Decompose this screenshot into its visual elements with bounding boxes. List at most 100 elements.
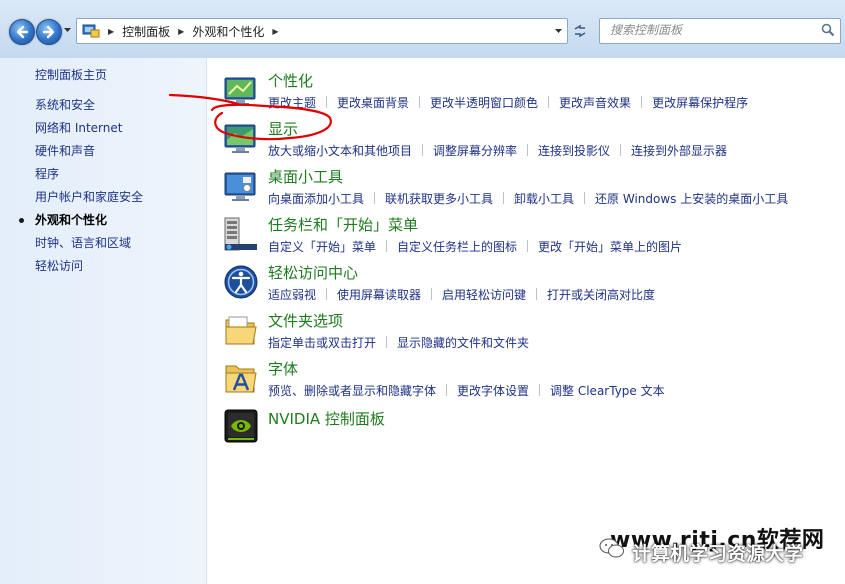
- breadcrumb-separator-icon[interactable]: ▶: [178, 27, 184, 36]
- link-separator: [419, 96, 421, 108]
- link-zoom-text[interactable]: 放大或缩小文本和其他项目: [268, 142, 412, 159]
- link-change-screensaver[interactable]: 更改屏幕保护程序: [652, 94, 748, 111]
- category-title[interactable]: 轻松访问中心: [268, 262, 358, 283]
- category-links: 指定单击或双击打开 显示隐藏的文件和文件夹: [268, 334, 529, 351]
- back-button[interactable]: [9, 19, 35, 45]
- watermark-subtext: 计算机学习资源大学: [632, 543, 804, 565]
- sidebar-home-link[interactable]: 控制面板主页: [35, 66, 107, 83]
- address-toolbar: ▶ 控制面板 ▶ 外观和个性化 ▶: [0, 0, 845, 59]
- link-separator: [641, 96, 643, 108]
- breadcrumb-control-panel[interactable]: 控制面板: [122, 23, 170, 40]
- category-title[interactable]: 显示: [268, 118, 298, 139]
- link-customize-start-menu[interactable]: 自定义「开始」菜单: [268, 238, 376, 255]
- category-links: 适应弱视 使用屏幕读取器 启用轻松访问键 打开或关闭高对比度: [268, 286, 655, 303]
- link-single-double-click[interactable]: 指定单击或双击打开: [268, 334, 376, 351]
- link-adjust-cleartype[interactable]: 调整 ClearType 文本: [550, 382, 665, 399]
- category-title[interactable]: 字体: [268, 358, 298, 379]
- refresh-icon: [574, 24, 586, 38]
- sidebar-item-ease-of-access[interactable]: 轻松访问: [35, 259, 143, 282]
- back-arrow-icon: [16, 25, 29, 39]
- sidebar-item-programs[interactable]: 程序: [35, 167, 143, 190]
- link-separator: [386, 240, 388, 252]
- link-separator: [446, 384, 448, 396]
- control-panel-icon: [82, 24, 100, 38]
- ease-of-access-icon[interactable]: [223, 264, 259, 300]
- category-personalization: 个性化 更改主题 更改桌面背景 更改半透明窗口颜色 更改声音效果 更改屏幕保护程…: [223, 72, 843, 120]
- link-separator: [539, 384, 541, 396]
- link-separator: [527, 144, 529, 156]
- category-folder-options: 文件夹选项 指定单击或双击打开 显示隐藏的文件和文件夹: [223, 312, 843, 360]
- breadcrumb-appearance[interactable]: 外观和个性化: [192, 23, 264, 40]
- sidebar-list: 系统和安全 网络和 Internet 硬件和声音 程序 用户帐户和家庭安全 外观…: [18, 98, 143, 282]
- sidebar-item-network-internet[interactable]: 网络和 Internet: [35, 121, 143, 144]
- address-dropdown-icon[interactable]: [554, 28, 563, 34]
- category-links: 放大或缩小文本和其他项目 调整屏幕分辨率 连接到投影仪 连接到外部显示器: [268, 142, 727, 159]
- link-separator: [536, 288, 538, 300]
- link-connect-projector[interactable]: 连接到投影仪: [538, 142, 610, 159]
- link-separator: [620, 144, 622, 156]
- link-adjust-resolution[interactable]: 调整屏幕分辨率: [433, 142, 517, 159]
- link-separator: [386, 336, 388, 348]
- link-change-sound-effects[interactable]: 更改声音效果: [559, 94, 631, 111]
- link-add-gadgets[interactable]: 向桌面添加小工具: [268, 190, 364, 207]
- search-icon[interactable]: [821, 23, 835, 37]
- link-change-theme[interactable]: 更改主题: [268, 94, 316, 111]
- category-desktop-gadgets: 桌面小工具 向桌面添加小工具 联机获取更多小工具 卸载小工具 还原 Window…: [223, 168, 843, 216]
- link-separator: [326, 288, 328, 300]
- taskbar-icon[interactable]: [223, 216, 259, 252]
- main-content: 个性化 更改主题 更改桌面背景 更改半透明窗口颜色 更改声音效果 更改屏幕保护程…: [207, 58, 845, 584]
- category-fonts: 字体 预览、删除或者显示和隐藏字体 更改字体设置 调整 ClearType 文本: [223, 360, 843, 408]
- display-icon[interactable]: [223, 120, 259, 156]
- link-separator: [584, 192, 586, 204]
- link-separator: [374, 192, 376, 204]
- category-title[interactable]: NVIDIA 控制面板: [268, 408, 385, 429]
- link-change-font-settings[interactable]: 更改字体设置: [457, 382, 529, 399]
- sidebar-item-user-accounts[interactable]: 用户帐户和家庭安全: [35, 190, 143, 213]
- link-restore-gadgets[interactable]: 还原 Windows 上安装的桌面小工具: [595, 190, 788, 207]
- refresh-button[interactable]: [569, 18, 591, 44]
- link-customize-taskbar-icons[interactable]: 自定义任务栏上的图标: [397, 238, 517, 255]
- sidebar-item-system-security[interactable]: 系统和安全: [35, 98, 143, 121]
- sidebar-item-appearance[interactable]: 外观和个性化: [18, 213, 143, 236]
- link-preview-delete-fonts[interactable]: 预览、删除或者显示和隐藏字体: [268, 382, 436, 399]
- breadcrumb-separator-icon[interactable]: ▶: [108, 27, 114, 36]
- category-links: 更改主题 更改桌面背景 更改半透明窗口颜色 更改声音效果 更改屏幕保护程序: [268, 94, 748, 111]
- search-input[interactable]: [610, 19, 810, 41]
- category-title[interactable]: 任务栏和「开始」菜单: [268, 214, 418, 235]
- fonts-icon[interactable]: [223, 360, 259, 396]
- link-low-vision[interactable]: 适应弱视: [268, 286, 316, 303]
- sidebar-item-clock-language[interactable]: 时钟、语言和区域: [35, 236, 143, 259]
- category-links: 向桌面添加小工具 联机获取更多小工具 卸载小工具 还原 Windows 上安装的…: [268, 190, 788, 207]
- link-turn-on-easy-access-keys[interactable]: 启用轻松访问键: [442, 286, 526, 303]
- link-separator: [503, 192, 505, 204]
- link-separator: [548, 96, 550, 108]
- link-change-start-picture[interactable]: 更改「开始」菜单上的图片: [538, 238, 682, 255]
- personalization-icon[interactable]: [223, 72, 259, 108]
- forward-button[interactable]: [36, 19, 62, 45]
- link-separator: [431, 288, 433, 300]
- category-title[interactable]: 桌面小工具: [268, 166, 343, 187]
- link-separator: [527, 240, 529, 252]
- wechat-logo-icon: [599, 538, 624, 558]
- breadcrumb-separator-icon[interactable]: ▶: [272, 27, 278, 36]
- address-bar[interactable]: ▶ 控制面板 ▶ 外观和个性化 ▶: [76, 18, 568, 44]
- gadgets-icon[interactable]: [223, 168, 259, 204]
- search-box[interactable]: [599, 18, 841, 44]
- category-title[interactable]: 文件夹选项: [268, 310, 343, 331]
- forward-arrow-icon: [42, 25, 55, 39]
- folder-options-icon[interactable]: [223, 312, 259, 348]
- recent-pages-chevron-icon[interactable]: [63, 27, 72, 33]
- link-screen-reader[interactable]: 使用屏幕读取器: [337, 286, 421, 303]
- sidebar: 控制面板主页 系统和安全 网络和 Internet 硬件和声音 程序 用户帐户和…: [0, 58, 207, 584]
- category-title[interactable]: 个性化: [268, 70, 313, 91]
- link-show-hidden-files[interactable]: 显示隐藏的文件和文件夹: [397, 334, 529, 351]
- link-connect-external-display[interactable]: 连接到外部显示器: [631, 142, 727, 159]
- link-change-background[interactable]: 更改桌面背景: [337, 94, 409, 111]
- category-links: 预览、删除或者显示和隐藏字体 更改字体设置 调整 ClearType 文本: [268, 382, 665, 399]
- nvidia-icon[interactable]: [223, 408, 259, 444]
- link-get-more-gadgets[interactable]: 联机获取更多小工具: [385, 190, 493, 207]
- sidebar-item-hardware-sound[interactable]: 硬件和声音: [35, 144, 143, 167]
- link-change-window-color[interactable]: 更改半透明窗口颜色: [430, 94, 538, 111]
- link-high-contrast[interactable]: 打开或关闭高对比度: [547, 286, 655, 303]
- link-uninstall-gadget[interactable]: 卸载小工具: [514, 190, 574, 207]
